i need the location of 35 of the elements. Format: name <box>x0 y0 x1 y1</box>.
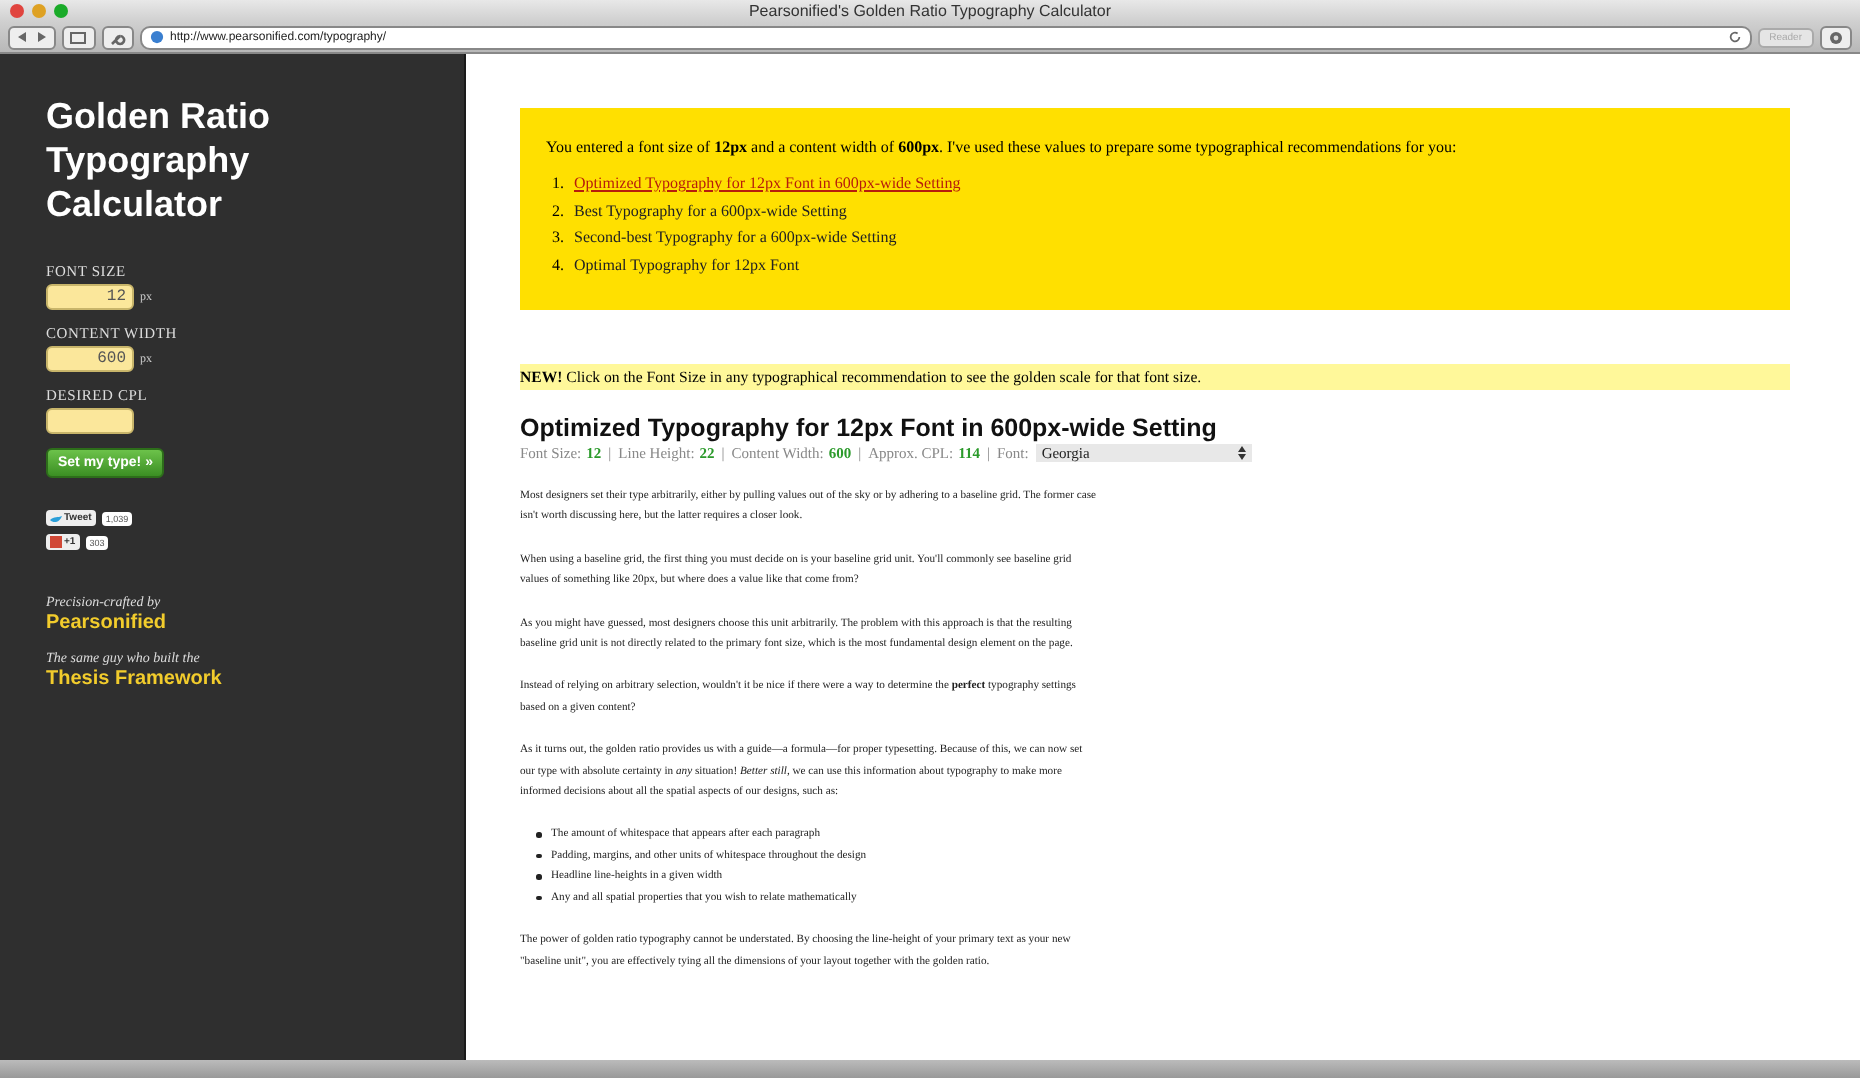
gear-icon <box>1828 29 1844 45</box>
page-menu-button[interactable] <box>1820 25 1852 49</box>
bullet-icon <box>536 874 541 880</box>
wrench-icon <box>110 29 126 45</box>
recommendation-link[interactable]: Optimal Typography for 12px Font <box>574 251 800 278</box>
bird-icon <box>50 513 62 523</box>
share-button[interactable] <box>62 25 96 49</box>
stepper-icon <box>1237 446 1246 460</box>
list-number: 3. <box>552 226 564 250</box>
arrows-icon <box>16 30 48 44</box>
credit-link[interactable]: Thesis Framework <box>46 666 464 694</box>
site-title: Golden Ratio Typography Calculator <box>46 94 272 226</box>
input-field[interactable]: 12 <box>46 284 134 310</box>
share-icon <box>70 30 88 44</box>
reload-icon <box>1727 30 1742 44</box>
back-forward-button[interactable] <box>8 25 56 49</box>
settings-button[interactable] <box>102 25 134 49</box>
input-field[interactable]: 600 <box>46 346 134 372</box>
window-title: Pearsonified's Golden Ratio Typography Calculator <box>748 2 1112 20</box>
recommendation-link[interactable]: Best Typography for a 600px-wide Setting <box>574 197 847 224</box>
section-heading: Optimized Typography for 12px Font in 600px-wide Setting <box>520 414 1219 442</box>
list-number: 4. <box>552 253 564 277</box>
summary-text: You entered a font size of 12px and a content width of 600px. I've used these values to prepare some typographical recommendations for you: <box>546 138 1459 156</box>
list-number: 2. <box>552 199 564 223</box>
recommendation-link[interactable]: Optimized Typography for 12px Font in 600px-wide Setting <box>574 170 961 197</box>
bullet-icon <box>536 832 541 838</box>
close-button[interactable] <box>10 4 24 18</box>
list-number: 1. <box>552 172 564 196</box>
recommendation-link[interactable]: Second-best Typography for a 600px-wide Setting <box>574 224 897 251</box>
globe-icon <box>150 30 164 44</box>
g-plus-icon <box>50 536 62 548</box>
input-field[interactable] <box>46 408 134 434</box>
bullet-icon <box>536 895 541 901</box>
credit-link[interactable]: Pearsonified <box>46 610 464 638</box>
bullet-icon <box>536 853 541 859</box>
